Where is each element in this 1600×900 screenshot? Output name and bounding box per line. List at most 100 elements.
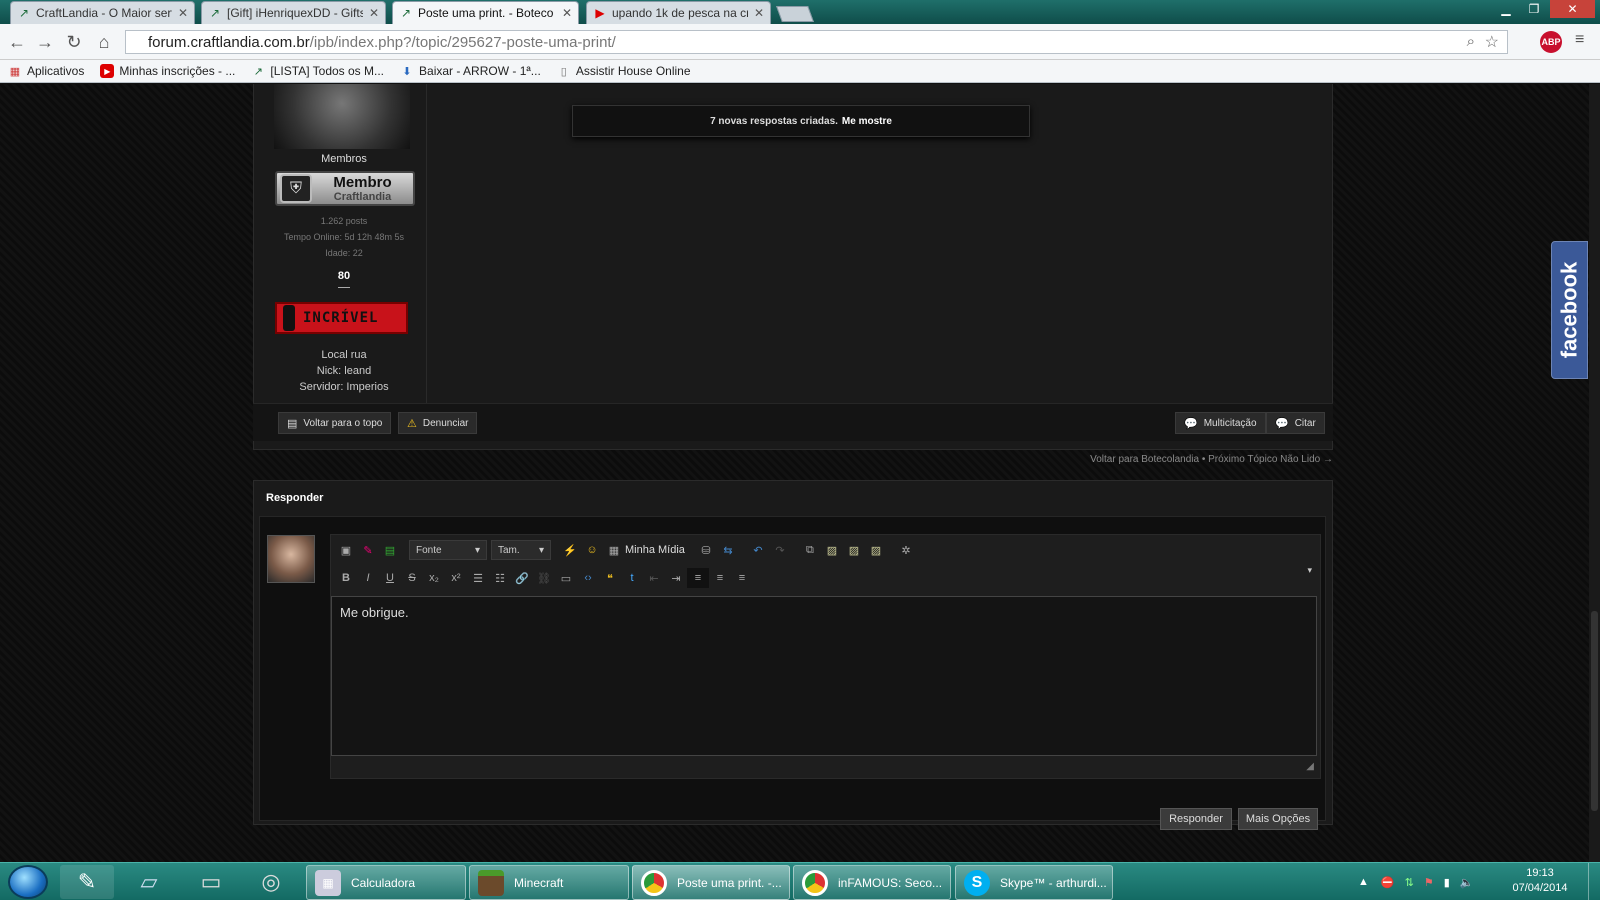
- bookmark-apps[interactable]: ▦ Aplicativos: [8, 64, 85, 78]
- unlink-icon[interactable]: ⛓: [533, 568, 555, 588]
- resize-handle-icon[interactable]: ◢: [1306, 761, 1314, 772]
- stop-icon[interactable]: ⛔: [1381, 876, 1395, 889]
- show-hidden-icon[interactable]: ▲: [1358, 876, 1369, 888]
- bookmark-star-icon[interactable]: ☆: [1485, 32, 1499, 52]
- eraser-icon[interactable]: ✎: [357, 540, 379, 560]
- code-icon[interactable]: ‹›: [577, 568, 599, 588]
- pinned-computer-icon[interactable]: ▭: [184, 865, 238, 899]
- undo-icon[interactable]: ↶: [747, 540, 769, 560]
- tab-poste-uma-print[interactable]: ↗ Poste uma print. - Boteco ✕: [392, 1, 579, 24]
- search-icon[interactable]: ⌕: [1467, 33, 1475, 50]
- copy-icon[interactable]: ⧉: [799, 540, 821, 560]
- tab-youtube[interactable]: ▶ upando 1k de pesca na cr ✕: [586, 1, 771, 24]
- adblock-icon[interactable]: ABP: [1540, 31, 1562, 53]
- source-icon[interactable]: ▣: [335, 540, 357, 560]
- report-button[interactable]: ⚠ Denunciar: [398, 412, 478, 434]
- replace-icon[interactable]: ⇆: [717, 540, 739, 560]
- reply-textarea[interactable]: Me obrigue.: [331, 596, 1317, 756]
- quote-icon[interactable]: ❝: [599, 568, 621, 588]
- submit-reply-button[interactable]: Responder: [1160, 808, 1232, 830]
- taskbar-chrome-poste[interactable]: Poste uma print. -...: [632, 865, 790, 900]
- close-tab-icon[interactable]: ✕: [562, 6, 572, 20]
- restore-icon[interactable]: ❐: [1520, 0, 1548, 18]
- bookmark-arrow[interactable]: ⬇ Baixar - ARROW - 1ª...: [400, 64, 540, 78]
- start-button[interactable]: [8, 865, 48, 899]
- collapse-toolbar-icon[interactable]: ▾: [1307, 565, 1312, 576]
- align-right-icon[interactable]: ≡: [731, 568, 753, 588]
- close-tab-icon[interactable]: ✕: [369, 6, 379, 20]
- signal-icon[interactable]: ▮: [1444, 876, 1450, 889]
- link-icon[interactable]: 🔗: [511, 568, 533, 588]
- paste-word-icon[interactable]: ▨: [865, 540, 887, 560]
- youtube-icon: ▶: [595, 6, 605, 20]
- my-media-button[interactable]: Minha Mídia: [625, 544, 685, 556]
- facebook-widget[interactable]: facebook: [1551, 241, 1588, 379]
- menu-icon[interactable]: ≡: [1575, 31, 1584, 49]
- pinned-disc-icon[interactable]: ◎: [244, 865, 298, 899]
- font-select[interactable]: Fonte ▾: [409, 540, 487, 560]
- network-share-icon[interactable]: ⇅: [1405, 876, 1414, 889]
- bookmark-inscricoes[interactable]: ▶ Minhas inscrições - ...: [100, 64, 235, 78]
- bullet-list-icon[interactable]: ☰: [467, 568, 489, 588]
- numbered-list-icon[interactable]: ☷: [489, 568, 511, 588]
- tab-gift[interactable]: ↗ [Gift] iHenriquexDD - Gifts ✕: [201, 1, 386, 24]
- size-select[interactable]: Tam. ▾: [491, 540, 551, 560]
- quote-button[interactable]: 💬 Citar: [1266, 412, 1325, 434]
- strike-icon[interactable]: S: [401, 568, 423, 588]
- bold-icon[interactable]: B: [335, 568, 357, 588]
- paste-text-icon[interactable]: ▨: [843, 540, 865, 560]
- tab-craftlandia[interactable]: ↗ CraftLandia - O Maior serv ✕: [10, 1, 195, 24]
- superscript-icon[interactable]: x²: [445, 568, 467, 588]
- scrollbar[interactable]: [1589, 84, 1600, 862]
- outdent-icon[interactable]: ⇤: [643, 568, 665, 588]
- volume-icon[interactable]: 🔈: [1460, 876, 1474, 889]
- forward-icon[interactable]: →: [33, 30, 57, 54]
- align-left-icon[interactable]: ≡: [687, 568, 709, 588]
- back-icon[interactable]: ←: [5, 30, 29, 54]
- find-icon[interactable]: ⛁: [695, 540, 717, 560]
- subscript-icon[interactable]: x₂: [423, 568, 445, 588]
- twitter-icon[interactable]: t: [621, 568, 643, 588]
- settings-icon[interactable]: ✲: [895, 540, 917, 560]
- flag-icon[interactable]: ⚑: [1424, 876, 1434, 889]
- show-desktop-button[interactable]: [1588, 863, 1600, 900]
- align-center-icon[interactable]: ≡: [709, 568, 731, 588]
- multiquote-button[interactable]: 💬 Multicitação: [1175, 412, 1266, 434]
- underline-icon[interactable]: U: [379, 568, 401, 588]
- address-bar[interactable]: forum.craftlandia.com.br/ipb/index.php?/…: [125, 30, 1508, 54]
- pinned-notepad-icon[interactable]: ✎: [60, 865, 114, 899]
- post-count: 1.262 posts: [320, 216, 368, 226]
- new-tab-button[interactable]: [776, 6, 814, 22]
- home-icon[interactable]: ⌂: [92, 30, 116, 54]
- bookmarks-bar: ▦ Aplicativos ▶ Minhas inscrições - ... ↗ […: [0, 60, 1600, 83]
- close-window-icon[interactable]: ✕: [1550, 0, 1595, 18]
- more-options-button[interactable]: Mais Opções: [1238, 808, 1318, 830]
- show-me-link[interactable]: Me mostre: [842, 116, 892, 127]
- redo-icon[interactable]: ↷: [769, 540, 791, 560]
- taskbar-minecraft[interactable]: Minecraft: [469, 865, 629, 900]
- back-to-top-button[interactable]: ▤ Voltar para o topo: [278, 412, 392, 434]
- media-icon[interactable]: ▦: [603, 540, 625, 560]
- taskbar-chrome-infamous[interactable]: inFAMOUS: Seco...: [793, 865, 951, 900]
- indent-icon[interactable]: ⇥: [665, 568, 687, 588]
- close-tab-icon[interactable]: ✕: [178, 6, 188, 20]
- italic-icon[interactable]: I: [357, 568, 379, 588]
- template-icon[interactable]: ▤: [379, 540, 401, 560]
- image-icon[interactable]: ▭: [555, 568, 577, 588]
- emoticon-icon[interactable]: ☺: [581, 540, 603, 560]
- minimize-icon[interactable]: ▁: [1492, 0, 1520, 18]
- taskbar-calculadora[interactable]: ▦ Calculadora: [306, 865, 466, 900]
- close-tab-icon[interactable]: ✕: [754, 6, 764, 20]
- paste-icon[interactable]: ▨: [821, 540, 843, 560]
- reload-icon[interactable]: ↻: [62, 30, 86, 54]
- scrollbar-thumb[interactable]: [1591, 611, 1598, 811]
- divider: [338, 287, 350, 288]
- color-icon[interactable]: ⚡: [559, 540, 581, 560]
- bookmark-house[interactable]: ▯ Assistir House Online: [557, 64, 691, 78]
- bookmark-lista[interactable]: ↗ [LISTA] Todos os M...: [251, 64, 384, 78]
- taskbar-skype[interactable]: S Skype™ - arthurdi...: [955, 865, 1113, 900]
- topic-navigation[interactable]: Voltar para Botecolandia • Próximo Tópic…: [1000, 454, 1333, 465]
- pinned-app-icon[interactable]: ▱: [122, 865, 176, 899]
- clock[interactable]: 19:13 07/04/2014: [1500, 866, 1580, 896]
- user-avatar[interactable]: [274, 84, 410, 149]
